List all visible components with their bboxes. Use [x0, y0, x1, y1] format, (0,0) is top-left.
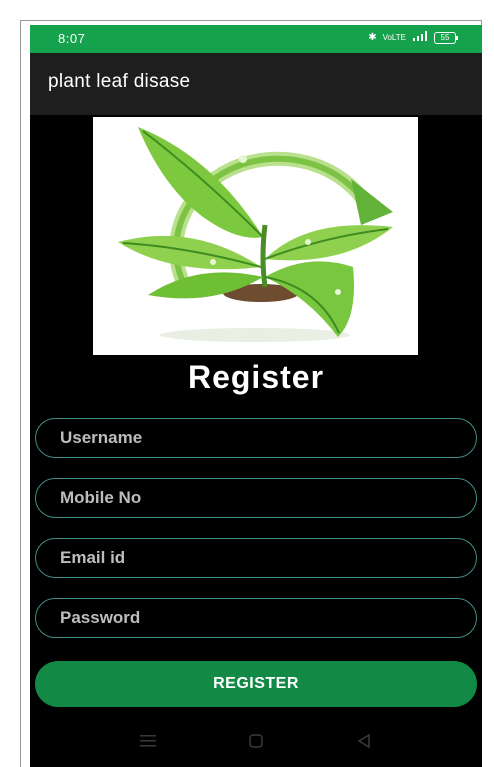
app-bar: plant leaf disase	[30, 53, 482, 115]
email-input[interactable]	[36, 539, 476, 577]
battery-icon: 55	[434, 31, 458, 44]
home-icon[interactable]	[244, 729, 268, 753]
status-icons: ✱ VoLTE 55	[368, 31, 458, 44]
volte-icon: VoLTE	[382, 33, 406, 42]
username-input[interactable]	[36, 419, 476, 457]
plant-leaf-logo	[93, 117, 418, 355]
signal-icon	[412, 31, 428, 44]
plant-leaf-logo-icon	[118, 127, 393, 342]
bluetooth-icon: ✱	[368, 32, 377, 43]
back-icon[interactable]	[352, 729, 376, 753]
password-field[interactable]	[35, 598, 477, 638]
password-input[interactable]	[36, 599, 476, 637]
system-nav-bar	[30, 715, 482, 767]
phone-screen: 8:07 ✱ VoLTE 55 plant leaf disase Regist…	[30, 25, 482, 767]
mobile-input[interactable]	[36, 479, 476, 517]
status-time: 8:07	[58, 31, 86, 46]
username-field[interactable]	[35, 418, 477, 458]
register-title: Register	[187, 359, 325, 395]
mobile-field[interactable]	[35, 478, 477, 518]
app-title: plant leaf disase	[48, 71, 191, 92]
email-field[interactable]	[35, 538, 477, 578]
menu-icon[interactable]	[136, 729, 160, 753]
status-bar: 8:07 ✱ VoLTE 55	[30, 25, 482, 53]
register-button[interactable]: REGISTER	[35, 661, 477, 707]
